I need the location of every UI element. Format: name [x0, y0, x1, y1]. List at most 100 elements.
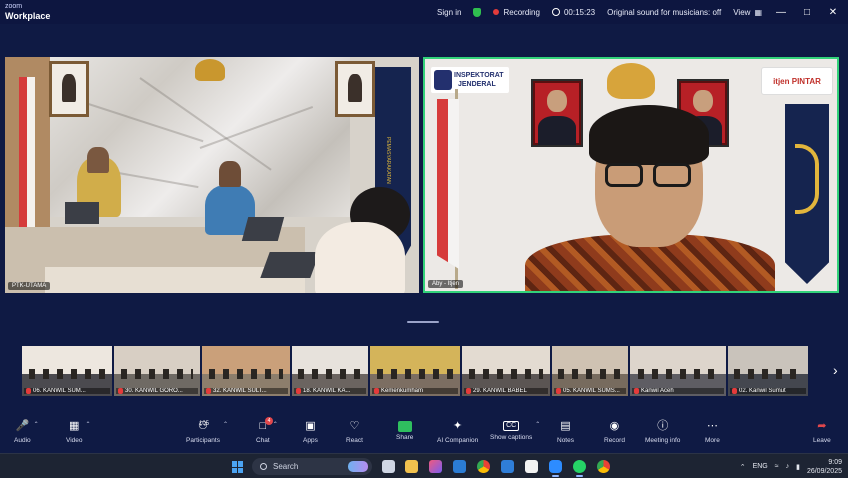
more-button[interactable]: ⋯ More [705, 418, 720, 452]
app-brand: zoom Workplace [5, 3, 51, 21]
participant-thumbnail[interactable]: Kemenkumham [370, 346, 460, 396]
participant-thumbnail[interactable]: 29. KANWIL BABEL [462, 346, 550, 396]
clock-time: 9:09 [828, 458, 842, 466]
thumbnail-label: 29. KANWIL BABEL [473, 388, 527, 394]
record-label: Record [604, 437, 625, 444]
portrait-frame-left [49, 61, 89, 117]
apps-label: Apps [303, 437, 318, 444]
participant-hijab [315, 222, 405, 293]
info-icon: ⓘ [657, 420, 669, 432]
audio-options-caret-icon[interactable]: ⌃ [34, 421, 39, 428]
taskbar-clock[interactable]: 9:09 26/09/2025 [807, 458, 842, 476]
participant-thumbnail[interactable]: Kanwil Aceh [630, 346, 726, 396]
video-button[interactable]: ▦ Video ⌃ [66, 418, 91, 452]
original-sound-status[interactable]: Original sound for musicians: off [607, 8, 721, 17]
close-button[interactable]: ✕ [826, 7, 840, 18]
file-explorer-icon[interactable] [405, 460, 418, 473]
participant-head [219, 161, 241, 187]
chrome-icon[interactable] [477, 460, 490, 473]
sign-in-link[interactable]: Sign in [437, 8, 461, 17]
capcut-icon[interactable] [525, 460, 538, 473]
volume-icon[interactable]: ♪ [786, 463, 790, 470]
captions-label: Show captions [490, 434, 533, 441]
garuda-emblem [607, 63, 655, 99]
participant-thumbnail[interactable]: 02. Kanwil Sumut [728, 346, 808, 396]
windows-start-icon[interactable] [232, 461, 244, 473]
word-icon[interactable] [453, 460, 466, 473]
captions-options-caret-icon[interactable]: ⌃ [535, 421, 540, 428]
camera-icon: ▦ [69, 420, 80, 432]
muted-mic-icon [556, 388, 561, 394]
whatsapp-icon[interactable] [573, 460, 586, 477]
video-tile-active-speaker[interactable]: INSPEKTORAT JENDERAL itjen PINTAR Aby - … [423, 57, 839, 293]
recording-label: Recording [503, 7, 540, 17]
maximize-button[interactable]: □ [800, 7, 814, 18]
language-indicator[interactable]: ENG [753, 463, 768, 470]
tray-overflow-caret-icon[interactable]: ⌃ [740, 463, 746, 471]
security-shield-icon[interactable] [473, 7, 482, 17]
share-label: Share [396, 434, 414, 441]
chat-label: Chat [256, 437, 270, 444]
video-options-caret-icon[interactable]: ⌃ [85, 421, 90, 428]
recording-indicator[interactable]: Recording [493, 7, 540, 17]
system-tray: ⌃ ENG ≈ ♪ ▮ 9:09 26/09/2025 [740, 454, 842, 478]
apps-button[interactable]: ▣ Apps [303, 418, 318, 452]
participant-thumbnail[interactable]: 06. KANWIL SUM... [22, 346, 112, 396]
participant-thumbnail[interactable]: 05. KANWIL SUMS... [552, 346, 628, 396]
leave-button[interactable]: ➦ Leave [813, 418, 831, 452]
chat-button[interactable]: □ 4 Chat ⌃ [256, 417, 278, 452]
minimize-button[interactable]: — [774, 7, 788, 18]
audio-button[interactable]: 🎤 Audio ⌃ [14, 418, 39, 452]
laptop [241, 217, 285, 241]
apps-grid-icon: ▣ [305, 420, 316, 432]
participant-thumbnail[interactable]: 18. KANWIL KA... [292, 346, 368, 396]
itjen-pintar-logo: itjen PINTAR [761, 67, 833, 95]
view-menu[interactable]: View ▦ [733, 8, 762, 17]
record-button[interactable]: ◉ Record [604, 418, 625, 452]
participant-thumbnail-strip: 06. KANWIL SUM... 30. KANWIL GORO... 32.… [22, 346, 824, 396]
word-document-icon[interactable] [501, 460, 514, 473]
react-button[interactable]: ♡ React [346, 418, 363, 452]
chat-options-caret-icon[interactable]: ⌃ [273, 421, 278, 428]
grid-view-icon: ▦ [754, 7, 762, 17]
meeting-info-button[interactable]: ⓘ Meeting info [645, 418, 680, 452]
thumbnail-label: 30. KANWIL GORO... [125, 388, 183, 394]
muted-mic-icon [26, 388, 31, 394]
share-button[interactable]: Share [396, 418, 413, 452]
next-page-arrow-icon[interactable]: › [833, 362, 838, 378]
zoom-window: zoom Workplace Sign in Recording 00:15:2… [0, 0, 848, 478]
copilot-icon[interactable] [429, 460, 442, 473]
title-bar-right: Sign in Recording 00:15:23 Original soun… [437, 0, 840, 24]
taskbar-search[interactable]: Search [252, 458, 372, 475]
participants-button[interactable]: ⚇ 105 Participants ⌃ [186, 418, 228, 452]
thumbnail-label: 02. Kanwil Sumut [739, 388, 786, 394]
leave-door-icon: ➦ [817, 420, 827, 432]
participant-thumbnail[interactable]: 30. KANWIL GORO... [114, 346, 200, 396]
ai-companion-label: AI Companion [437, 437, 479, 444]
chrome-profile-icon[interactable] [597, 460, 610, 473]
muted-mic-icon [296, 388, 301, 394]
battery-icon[interactable]: ▮ [796, 463, 800, 471]
resize-handle[interactable] [407, 321, 439, 323]
search-placeholder: Search [273, 462, 299, 471]
notes-icon: ▤ [560, 420, 571, 432]
brand-line1: zoom [5, 3, 23, 10]
notes-label: Notes [557, 437, 574, 444]
record-icon: ◉ [609, 420, 620, 432]
thumbnail-label: Kanwil Aceh [641, 388, 674, 394]
muted-mic-icon [732, 388, 737, 394]
thumbnail-label: 18. KANWIL KA... [303, 388, 351, 394]
ai-companion-button[interactable]: ✦ AI Companion [437, 418, 478, 452]
muted-mic-icon [466, 388, 471, 394]
notes-button[interactable]: ▤ Notes [557, 418, 574, 452]
participants-label: Participants [186, 437, 220, 444]
speaker-hair [589, 105, 709, 165]
show-captions-button[interactable]: CC Show captions ⌃ [490, 418, 540, 452]
brand-line2: Workplace [5, 11, 51, 21]
participants-options-caret-icon[interactable]: ⌃ [223, 421, 228, 428]
task-view-icon[interactable] [382, 460, 395, 473]
video-tile-ptk-utama[interactable]: PEMASYARAKATAN PTK-UTAMA [5, 57, 419, 293]
wifi-icon[interactable]: ≈ [775, 463, 779, 470]
zoom-taskbar-icon[interactable] [549, 460, 562, 477]
participant-thumbnail[interactable]: 32. KANWIL SULT... [202, 346, 290, 396]
